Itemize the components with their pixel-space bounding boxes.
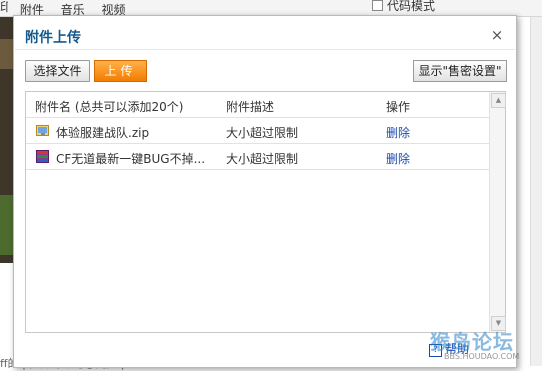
attachment-upload-dialog: 附件上传 × 选择文件 上传 显示"售密设置" 附件名 (总共可以添加20个) …	[13, 15, 517, 368]
attachment-list-scrollbar[interactable]: ▲ ▼	[489, 92, 506, 332]
upload-button[interactable]: 上传	[94, 60, 147, 82]
column-header-action: 操作	[386, 100, 411, 114]
editor-menu: 印 附件 音乐 视频	[0, 0, 139, 17]
column-header-description: 附件描述	[226, 100, 275, 114]
show-sale-settings-button[interactable]: 显示"售密设置"	[413, 60, 507, 82]
site-watermark: 猴岛论坛	[430, 330, 514, 354]
code-mode-toggle[interactable]: 代码模式	[372, 0, 435, 13]
dialog-title: 附件上传	[25, 30, 81, 46]
scroll-up-arrow-icon[interactable]: ▲	[491, 93, 506, 108]
background-image-strip	[0, 17, 13, 263]
attachment-description: 大小超过限制	[226, 152, 299, 166]
code-mode-label: 代码模式	[387, 0, 436, 13]
select-file-button[interactable]: 选择文件	[25, 60, 90, 82]
column-header-name: 附件名 (总共可以添加20个)	[35, 100, 184, 114]
attachment-description: 大小超过限制	[226, 126, 299, 140]
delete-attachment-link[interactable]: 删除	[386, 124, 410, 141]
rar-file-icon	[36, 150, 49, 163]
title-divider	[15, 49, 515, 50]
code-mode-checkbox[interactable]	[372, 0, 383, 11]
zip-file-icon	[36, 125, 49, 136]
background-image-detail	[0, 39, 13, 69]
attachment-name: 体验服建战队.zip	[56, 126, 150, 140]
page-scrollbar[interactable]	[530, 17, 542, 366]
attachment-row: CF无道最新一键BUG不掉... 大小超过限制 删除	[26, 144, 489, 170]
attachment-row: 体验服建战队.zip 大小超过限制 删除	[26, 118, 489, 144]
close-icon[interactable]: ×	[490, 28, 504, 43]
attachment-name: CF无道最新一键BUG不掉...	[56, 152, 206, 166]
site-watermark-url: BBS.HOUDAO.COM	[444, 352, 520, 361]
menu-item-partial[interactable]: 印	[0, 0, 8, 14]
background-image-detail	[0, 195, 13, 255]
delete-attachment-link[interactable]: 删除	[386, 150, 410, 167]
attachment-list-header: 附件名 (总共可以添加20个) 附件描述 操作	[26, 92, 489, 118]
attachment-list-panel: 附件名 (总共可以添加20个) 附件描述 操作 体验服建战队.zip 大小超过限…	[25, 91, 506, 333]
